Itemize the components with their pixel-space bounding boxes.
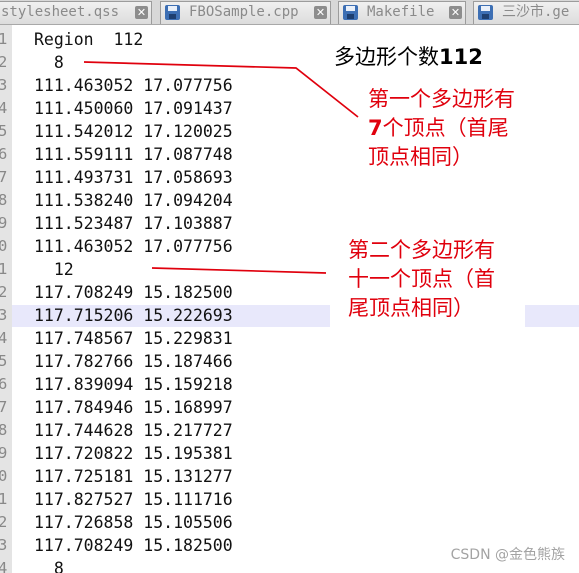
code-line[interactable]: 117.782766 15.187466 (34, 350, 233, 373)
code-line[interactable]: 111.538240 17.094204 (34, 189, 233, 212)
line-number: 7 (0, 398, 8, 416)
code-line[interactable]: 12 (34, 258, 74, 281)
line-number: 4 (0, 99, 8, 117)
code-line[interactable]: 117.708249 15.182500 (34, 281, 233, 304)
tab-label: stylesheet.qss (1, 4, 120, 20)
code-line[interactable]: 117.744628 15.217727 (34, 419, 233, 442)
line-number: 1 (0, 490, 8, 508)
code-line[interactable]: 111.493731 17.058693 (34, 166, 233, 189)
line-number: 9 (0, 214, 8, 232)
code-line[interactable]: Region 112 (34, 28, 143, 51)
tab-sansha-ge[interactable]: 三沙市.ge (473, 1, 579, 24)
close-icon[interactable]: ✕ (449, 6, 462, 19)
line-number: 6 (0, 145, 8, 163)
close-icon[interactable]: ✕ (135, 6, 148, 19)
line-number: 5 (0, 352, 8, 370)
tab-stylesheet-qss[interactable]: stylesheet.qss ✕ (0, 1, 152, 24)
code-line[interactable]: 111.450060 17.091437 (34, 97, 233, 120)
line-number: 4 (0, 329, 8, 347)
code-line[interactable]: 8 (34, 51, 64, 74)
line-number: 8 (0, 191, 8, 209)
code-line[interactable]: 117.725181 15.131277 (34, 465, 233, 488)
line-number: 8 (0, 421, 8, 439)
code-line-highlighted[interactable]: 117.715206 15.222693 (34, 304, 233, 327)
line-number: 3 (0, 306, 8, 324)
tab-fbosample-cpp[interactable]: FBOSample.cpp ✕ (160, 1, 331, 24)
code-line[interactable]: 111.542012 17.120025 (34, 120, 233, 143)
line-number: 2 (0, 283, 8, 301)
code-line[interactable]: 117.827527 15.111716 (34, 488, 233, 511)
line-number: 1 (0, 30, 8, 48)
line-number: 6 (0, 375, 8, 393)
tab-makefile[interactable]: Makefile ✕ (338, 1, 466, 24)
code-line[interactable]: 117.784946 15.168997 (34, 396, 233, 419)
tab-label: FBOSample.cpp (189, 4, 299, 20)
line-number: 1 (0, 260, 8, 278)
line-number: 2 (0, 53, 8, 71)
code-line[interactable]: 117.839094 15.159218 (34, 373, 233, 396)
line-number: 0 (0, 237, 8, 255)
code-line[interactable]: 117.708249 15.182500 (34, 534, 233, 557)
close-icon[interactable]: ✕ (314, 6, 327, 19)
tab-label: 三沙市.ge (502, 4, 570, 20)
code-line[interactable]: 111.463052 17.077756 (34, 235, 233, 258)
line-number: 5 (0, 122, 8, 140)
code-editor[interactable]: Region 112 8 111.463052 17.077756 111.45… (12, 25, 579, 573)
save-file-icon (165, 5, 180, 20)
save-file-icon (343, 5, 358, 20)
line-number: 3 (0, 76, 8, 94)
line-number: 7 (0, 168, 8, 186)
code-line[interactable]: 8 (34, 557, 64, 573)
line-number: 2 (0, 513, 8, 531)
line-number: 0 (0, 467, 8, 485)
line-number: 9 (0, 444, 8, 462)
line-number-gutter: 1 2 3 4 5 6 7 8 9 0 1 2 3 4 5 6 7 8 9 0 … (0, 25, 12, 573)
line-number: 3 (0, 536, 8, 554)
code-line[interactable]: 117.720822 15.195381 (34, 442, 233, 465)
code-line[interactable]: 111.559111 17.087748 (34, 143, 233, 166)
code-line[interactable]: 111.523487 17.103887 (34, 212, 233, 235)
line-number: 4 (0, 559, 8, 573)
save-file-icon (478, 5, 493, 20)
code-line[interactable]: 117.748567 15.229831 (34, 327, 233, 350)
code-line[interactable]: 111.463052 17.077756 (34, 74, 233, 97)
code-line[interactable]: 117.726858 15.105506 (34, 511, 233, 534)
tab-bar: stylesheet.qss ✕ FBOSample.cpp ✕ Makefil… (0, 0, 579, 25)
tab-label: Makefile (367, 4, 435, 20)
